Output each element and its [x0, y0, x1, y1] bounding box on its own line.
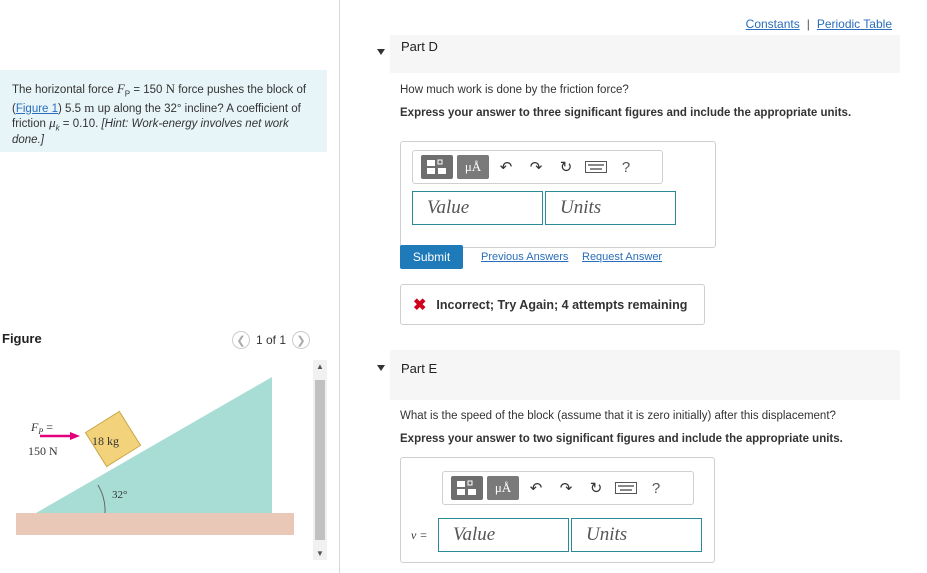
- figure-pager: ❮ 1 of 1 ❯: [232, 331, 311, 349]
- links-separator: |: [806, 17, 810, 31]
- figure-link[interactable]: Figure 1: [16, 103, 58, 115]
- part-e-value-input[interactable]: Value: [438, 518, 569, 552]
- pager-text: 1 of 1: [256, 333, 287, 347]
- incline-figure: 18 kg 32° FP = 150 N: [16, 377, 294, 535]
- scroll-down-icon[interactable]: ▼: [316, 549, 324, 558]
- force-label: FP =: [30, 420, 53, 436]
- answer-pane: Constants | Periodic Table Part D How much…: [340, 0, 927, 573]
- part-d-units-input[interactable]: Units: [545, 191, 676, 225]
- force-symbol: F: [116, 81, 125, 96]
- math-toolbar: μÅ ↶ ↷ ↻ ?: [412, 150, 663, 184]
- mass-label: 18 kg: [92, 434, 119, 448]
- top-links: Constants | Periodic Table: [746, 17, 892, 31]
- undo-icon[interactable]: ↶: [523, 476, 549, 500]
- periodic-table-link[interactable]: Periodic Table: [817, 17, 892, 31]
- redo-icon[interactable]: ↷: [523, 155, 549, 179]
- angle-label: 32°: [112, 489, 127, 501]
- math-toolbar: μÅ ↶ ↷ ↻ ?: [442, 471, 694, 505]
- part-e-title: Part E: [401, 361, 438, 376]
- keyboard-icon[interactable]: [583, 155, 609, 179]
- problem-pane: The horizontal force FP = 150 N force pu…: [0, 0, 340, 573]
- constants-link[interactable]: Constants: [746, 17, 800, 31]
- incline: [36, 377, 272, 513]
- figure-scrollbar[interactable]: ▲ ▼: [313, 360, 327, 560]
- part-d-title: Part D: [401, 39, 438, 54]
- collapse-triangle-icon[interactable]: [377, 365, 385, 371]
- reset-icon[interactable]: ↻: [553, 155, 579, 179]
- close-x-icon: ✖: [413, 296, 427, 314]
- part-d-header[interactable]: Part D: [377, 35, 900, 73]
- collapse-triangle-icon[interactable]: [377, 49, 385, 55]
- force-unit: N: [165, 81, 176, 96]
- submit-button[interactable]: Submit: [400, 245, 463, 269]
- part-d-value-input[interactable]: Value: [412, 191, 543, 225]
- problem-text: The horizontal force: [12, 84, 117, 96]
- part-e-header[interactable]: Part E: [377, 350, 900, 400]
- part-d-answer-box: μÅ ↶ ↷ ↻ ? Value Units: [400, 141, 716, 248]
- ground: [16, 513, 294, 535]
- part-e-answer-box: μÅ ↶ ↷ ↻ ? v = Value Units: [400, 457, 715, 563]
- velocity-variable-label: v =: [411, 528, 428, 542]
- request-answer-link[interactable]: Request Answer: [582, 251, 662, 263]
- help-icon[interactable]: ?: [643, 476, 669, 500]
- templates-icon[interactable]: [421, 155, 453, 179]
- undo-icon[interactable]: ↶: [493, 155, 519, 179]
- previous-answers-link[interactable]: Previous Answers: [481, 251, 568, 263]
- problem-text: = 150: [130, 84, 166, 96]
- part-e-question: What is the speed of the block (assume t…: [400, 410, 836, 422]
- problem-statement: The horizontal force FP = 150 N force pu…: [0, 70, 327, 152]
- help-icon[interactable]: ?: [613, 155, 639, 179]
- redo-icon[interactable]: ↷: [553, 476, 579, 500]
- chevron-left-icon[interactable]: ❮: [232, 331, 250, 349]
- scroll-up-icon[interactable]: ▲: [316, 362, 324, 371]
- part-e-instruction: Express your answer to two significant f…: [400, 433, 843, 445]
- problem-text: = 0.10.: [59, 117, 102, 130]
- part-d-instruction: Express your answer to three significant…: [400, 107, 852, 119]
- feedback-box: ✖ Incorrect; Try Again; 4 attempts remai…: [400, 284, 705, 325]
- problem-text: ) 5.5: [58, 102, 85, 115]
- reset-icon[interactable]: ↻: [583, 476, 609, 500]
- keyboard-icon[interactable]: [613, 476, 639, 500]
- part-e-units-input[interactable]: Units: [571, 518, 702, 552]
- chevron-right-icon[interactable]: ❯: [292, 331, 311, 349]
- force-value-label: 150 N: [28, 444, 58, 458]
- templates-icon[interactable]: [451, 476, 483, 500]
- units-symbol-icon[interactable]: μÅ: [487, 476, 519, 500]
- distance-unit: m: [84, 99, 95, 115]
- figure-title: Figure: [2, 331, 42, 346]
- scrollbar-thumb[interactable]: [315, 380, 325, 540]
- units-symbol-icon[interactable]: μÅ: [457, 155, 489, 179]
- feedback-text: Incorrect; Try Again; 4 attempts remaini…: [436, 297, 688, 312]
- part-d-question: How much work is done by the friction fo…: [400, 84, 629, 96]
- force-arrow-head: [70, 432, 80, 440]
